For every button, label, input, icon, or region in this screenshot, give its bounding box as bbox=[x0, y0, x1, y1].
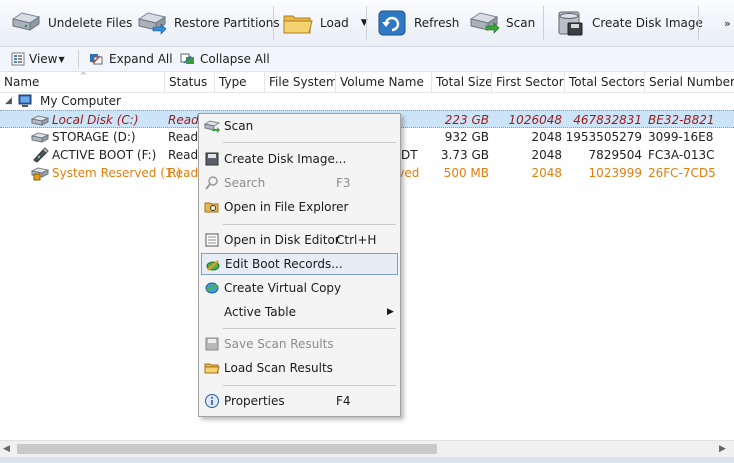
row-first-sector: 1026048 bbox=[508, 113, 562, 127]
load-button[interactable]: Load ▼ bbox=[282, 0, 368, 46]
row-serial-number: 26FC-7CD5 bbox=[648, 166, 716, 180]
column-status[interactable]: Status bbox=[165, 72, 215, 92]
toolbar-divider bbox=[366, 6, 367, 40]
row-first-sector: 2048 bbox=[531, 148, 562, 162]
computer-icon bbox=[18, 94, 32, 107]
row-serial-number: BE32-B821 bbox=[648, 113, 715, 127]
menu-item-open-in-disk-editor[interactable]: Open in Disk Editor Ctrl+H bbox=[201, 229, 398, 251]
toolbar-divider bbox=[78, 50, 79, 68]
scroll-right-icon[interactable]: ▶ bbox=[719, 444, 726, 454]
toolbar-divider bbox=[543, 6, 544, 40]
row-total-sectors: 7829504 bbox=[588, 148, 642, 162]
drive-icon bbox=[31, 132, 49, 143]
menu-item-load-scan-results[interactable]: Load Scan Results bbox=[201, 357, 398, 379]
boot-records-icon bbox=[206, 260, 220, 271]
menu-item-properties[interactable]: Properties F4 bbox=[201, 390, 398, 412]
row-total-size: 932 GB bbox=[444, 130, 489, 144]
row-name: System Reserved (1:) bbox=[52, 166, 182, 180]
menu-item-create-virtual-copy[interactable]: Create Virtual Copy bbox=[201, 277, 398, 299]
scroll-left-icon[interactable]: ◀ bbox=[3, 444, 10, 454]
menu-item-create-disk-image[interactable]: Create Disk Image... bbox=[201, 148, 398, 170]
menu-item-open-in-file-explorer[interactable]: Open in File Explorer bbox=[201, 196, 398, 218]
column-file-system[interactable]: File System bbox=[265, 72, 336, 92]
expand-all-button[interactable]: Expand All bbox=[89, 47, 173, 71]
column-first-sector[interactable]: First Sector bbox=[492, 72, 565, 92]
usb-drive-icon bbox=[33, 147, 49, 163]
submenu-arrow-icon: ▶ bbox=[387, 307, 394, 317]
row-total-size: 223 GB bbox=[444, 113, 489, 127]
menu-separator bbox=[223, 385, 396, 386]
undelete-files-button[interactable]: Undelete Files bbox=[10, 0, 132, 46]
folder-icon bbox=[283, 15, 313, 34]
row-total-sectors: 467832831 bbox=[573, 113, 642, 127]
scrollbar-thumb[interactable] bbox=[17, 444, 437, 454]
column-volume-name[interactable]: Volume Name bbox=[336, 72, 432, 92]
hard-drive-icon bbox=[11, 12, 41, 31]
create-disk-image-button[interactable]: Create Disk Image bbox=[554, 0, 703, 46]
disk-image-icon bbox=[205, 152, 219, 166]
row-first-sector: 2048 bbox=[531, 130, 562, 144]
search-icon bbox=[205, 176, 218, 190]
menu-separator bbox=[223, 224, 396, 225]
sort-arrow-icon: ^ bbox=[80, 71, 87, 80]
menu-separator bbox=[223, 142, 396, 143]
row-total-sectors: 1023999 bbox=[588, 166, 642, 180]
row-name: ACTIVE BOOT (F:) bbox=[52, 148, 157, 162]
expand-icon bbox=[90, 54, 103, 65]
chevron-down-icon: ▼ bbox=[58, 54, 65, 64]
refresh-icon bbox=[378, 10, 406, 36]
row-total-size: 500 MB bbox=[443, 166, 489, 180]
toolbar-overflow-button[interactable]: » bbox=[724, 0, 731, 46]
disk-editor-icon bbox=[205, 233, 219, 247]
restore-drive-icon bbox=[137, 12, 167, 35]
row-total-sectors: 1953505279 bbox=[565, 130, 642, 144]
view-button[interactable]: View ▼ bbox=[11, 47, 65, 71]
column-header: Name ^ Status Type File System Volume Na… bbox=[0, 71, 734, 93]
row-serial-number: FC3A-013C bbox=[648, 148, 715, 162]
menu-separator bbox=[223, 328, 396, 329]
virtual-copy-icon bbox=[205, 282, 219, 294]
drive-icon bbox=[31, 115, 49, 126]
tree-root-row[interactable]: ◢ My Computer bbox=[0, 92, 734, 110]
menu-item-save-scan-results[interactable]: Save Scan Results bbox=[201, 333, 398, 355]
row-total-size: 3.73 GB bbox=[440, 148, 489, 162]
row-name: Local Disk (C:) bbox=[52, 113, 139, 127]
load-folder-icon bbox=[204, 363, 220, 374]
folder-search-icon bbox=[204, 202, 219, 213]
toolbar-divider bbox=[273, 6, 274, 40]
save-icon bbox=[205, 337, 219, 351]
menu-item-active-table[interactable]: Active Table ▶ bbox=[201, 301, 398, 323]
column-type[interactable]: Type bbox=[215, 72, 265, 92]
row-name: STORAGE (D:) bbox=[52, 130, 136, 144]
row-serial-number: 3099-16E8 bbox=[648, 130, 714, 144]
view-list-icon bbox=[11, 52, 25, 66]
menu-item-scan[interactable]: Scan bbox=[201, 115, 398, 137]
locked-drive-icon bbox=[31, 167, 49, 181]
scan-drive-icon bbox=[469, 12, 500, 34]
refresh-button[interactable]: Refresh bbox=[376, 0, 459, 46]
collapse-arrow-icon[interactable]: ◢ bbox=[5, 92, 12, 110]
menu-item-search[interactable]: Search F3 bbox=[201, 172, 398, 194]
restore-partitions-button[interactable]: Restore Partitions bbox=[136, 0, 280, 46]
main-toolbar: Undelete Files Restore Partitions Load ▼… bbox=[0, 0, 734, 47]
scan-icon bbox=[204, 120, 220, 133]
column-total-size[interactable]: Total Size bbox=[432, 72, 492, 92]
disk-image-icon bbox=[558, 11, 583, 36]
scan-button[interactable]: Scan bbox=[468, 0, 535, 46]
context-menu: Scan Create Disk Image... Search F3 Open… bbox=[198, 113, 401, 417]
status-strip bbox=[0, 457, 734, 463]
collapse-icon bbox=[180, 53, 194, 64]
menu-item-edit-boot-records[interactable]: Edit Boot Records... bbox=[201, 253, 398, 275]
view-toolbar: View ▼ Expand All Collapse All bbox=[0, 47, 734, 72]
row-volume-name: DT bbox=[401, 148, 418, 162]
row-first-sector: 2048 bbox=[531, 166, 562, 180]
collapse-all-button[interactable]: Collapse All bbox=[180, 47, 270, 71]
column-total-sectors[interactable]: Total Sectors bbox=[565, 72, 645, 92]
info-icon bbox=[205, 394, 219, 408]
toolbar-divider bbox=[698, 6, 699, 40]
horizontal-scrollbar[interactable]: ◀ ▶ bbox=[0, 440, 734, 458]
column-serial-number[interactable]: Serial Number bbox=[645, 72, 734, 92]
tree-root-label: My Computer bbox=[40, 94, 121, 108]
